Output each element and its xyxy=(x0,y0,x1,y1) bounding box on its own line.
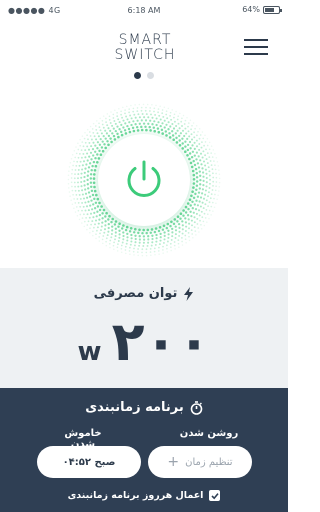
usage-header: توان مصرفی xyxy=(0,286,288,301)
power-control xyxy=(64,100,224,260)
usage-title: توان مصرفی xyxy=(93,286,178,301)
plus-icon: + xyxy=(167,454,180,470)
page-dot-1[interactable] xyxy=(134,72,141,79)
schedule-panel: برنامه زمانبندی روشن شدن خاموش شدن + تنظ… xyxy=(0,388,288,512)
repeat-daily-option[interactable]: اعمال هرروز برنامه زمانبندی xyxy=(0,490,288,501)
power-icon xyxy=(127,160,161,197)
page-dot-2[interactable] xyxy=(147,72,154,79)
turn-off-time-value: ۰۴:۵۲ صبح xyxy=(62,456,116,468)
battery-icon xyxy=(263,5,282,14)
app-logo: SMART SWITCH xyxy=(110,33,180,63)
hamburger-menu-icon[interactable] xyxy=(244,38,268,56)
status-bar: ●●●●● 4G 6:18 AM 64% xyxy=(0,0,288,22)
logo-line-2: SWITCH xyxy=(114,47,176,63)
repeat-daily-label: اعمال هرروز برنامه زمانبندی xyxy=(67,490,204,501)
power-usage-panel: توان مصرفی w ۲۰۰ xyxy=(0,268,288,388)
lightning-icon xyxy=(184,286,194,301)
schedule-header: برنامه زمانبندی xyxy=(0,400,288,415)
checkmark-icon xyxy=(211,492,219,499)
turn-on-time-placeholder: تنظیم زمان xyxy=(185,456,233,468)
power-button[interactable] xyxy=(98,134,190,226)
repeat-daily-checkbox[interactable] xyxy=(209,490,221,501)
turn-on-time-button[interactable]: + تنظیم زمان xyxy=(148,446,252,478)
usage-value: ۲۰۰ xyxy=(111,310,211,373)
turn-off-time-button[interactable]: ۰۴:۵۲ صبح xyxy=(37,446,141,478)
usage-readout: w ۲۰۰ xyxy=(0,310,288,373)
page-indicator xyxy=(0,72,288,79)
schedule-title: برنامه زمانبندی xyxy=(85,400,184,415)
usage-unit: w xyxy=(77,337,102,367)
logo-line-1: SMART xyxy=(118,32,172,48)
turn-on-label: روشن شدن xyxy=(179,428,239,439)
battery-percent: 64% xyxy=(242,5,260,14)
stopwatch-icon xyxy=(190,400,203,415)
battery-indicator: 64% xyxy=(242,5,282,14)
